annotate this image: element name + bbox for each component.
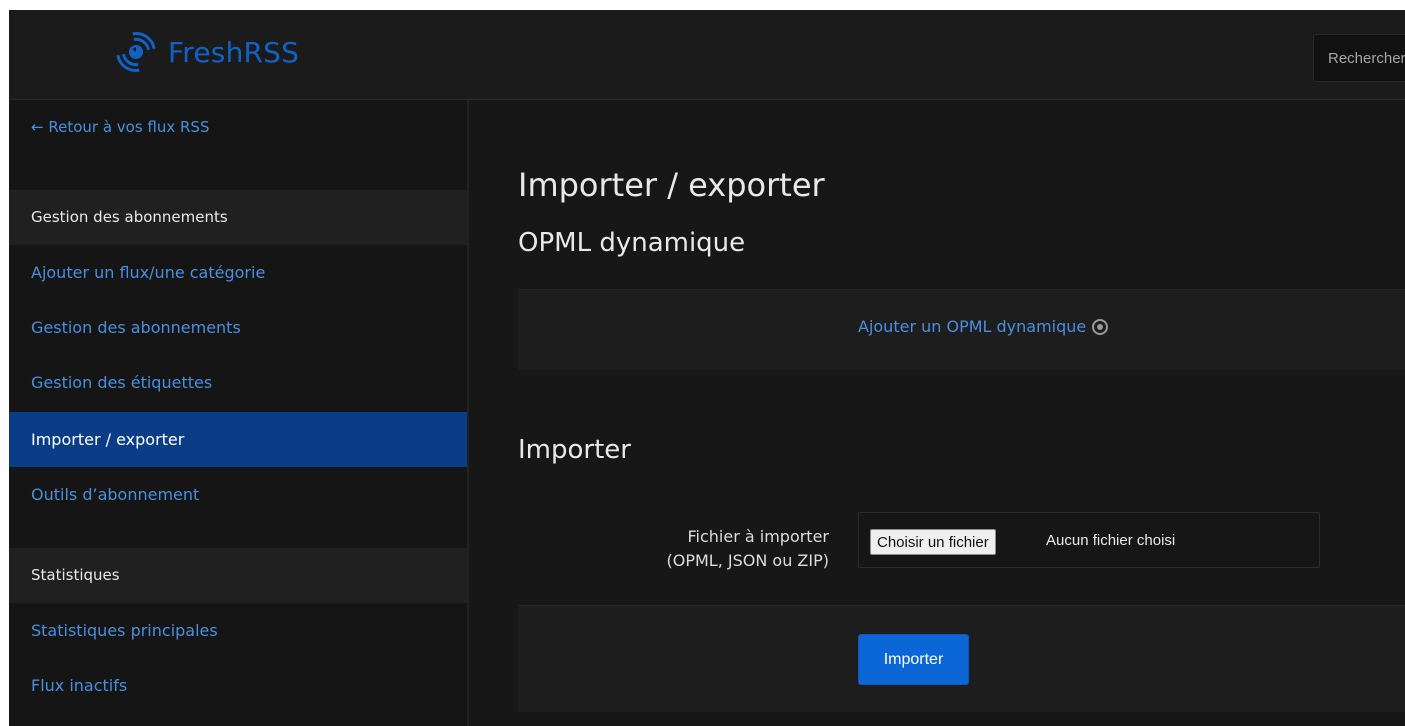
file-import-label-line1: Fichier à importer <box>687 527 829 546</box>
add-dynamic-opml-link[interactable]: Ajouter un OPML dynamique <box>858 317 1109 336</box>
sidebar-group-title-subscriptions: Gestion des abonnements <box>9 190 467 245</box>
opml-panel: Ajouter un OPML dynamique <box>518 289 1405 370</box>
sidebar-item-import-export[interactable]: Importer / exporter <box>9 412 467 467</box>
app-logo[interactable]: FreshRSS <box>114 30 299 74</box>
import-button[interactable]: Importer <box>858 634 969 685</box>
page-title: Importer / exporter <box>518 166 825 204</box>
file-input-field: Choisir un fichier Aucun fichier choisi <box>858 512 1320 568</box>
file-import-label-line2: (OPML, JSON ou ZIP) <box>666 551 829 570</box>
sidebar-item-main-statistics[interactable]: Statistiques principales <box>9 603 467 658</box>
sidebar-group-title-statistics: Statistiques <box>9 548 467 603</box>
help-circle-icon[interactable] <box>1092 318 1109 335</box>
sidebar-item-inactive-feeds[interactable]: Flux inactifs <box>9 658 467 713</box>
back-to-feeds-link[interactable]: ← Retour à vos flux RSS <box>31 118 209 136</box>
sidebar-item-add-feed[interactable]: Ajouter un flux/une catégorie <box>9 245 467 300</box>
sidebar: ← Retour à vos flux RSS Gestion des abon… <box>9 100 469 726</box>
app-window: FreshRSS ← Retour à vos flux RSS Gestion… <box>9 10 1405 726</box>
sidebar-item-subscription-management[interactable]: Gestion des abonnements <box>9 300 467 355</box>
app-name: FreshRSS <box>168 35 300 69</box>
search-input[interactable] <box>1313 34 1405 82</box>
main-content: Importer / exporter OPML dynamique Ajout… <box>469 100 1405 726</box>
top-header: FreshRSS <box>9 10 1405 100</box>
choose-file-button[interactable]: Choisir un fichier <box>870 529 996 555</box>
add-dynamic-opml-label: Ajouter un OPML dynamique <box>858 317 1087 336</box>
sidebar-item-subscription-tools[interactable]: Outils d’abonnement <box>9 467 467 522</box>
section-title-import: Importer <box>518 435 631 465</box>
sidebar-item-labels[interactable]: Gestion des étiquettes <box>9 355 467 410</box>
no-file-chosen-text: Aucun fichier choisi <box>1046 532 1176 549</box>
section-title-opml: OPML dynamique <box>518 228 746 258</box>
import-actions-panel: Importer <box>518 605 1405 712</box>
file-import-label: Fichier à importer (OPML, JSON ou ZIP) <box>589 525 829 573</box>
rss-signal-icon <box>116 32 156 72</box>
